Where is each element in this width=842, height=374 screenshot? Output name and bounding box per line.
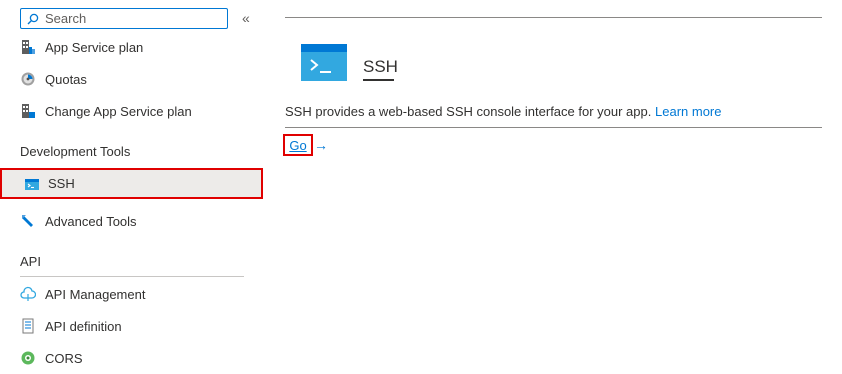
ssh-icon — [25, 178, 39, 190]
sidebar-item-cors[interactable]: CORS — [0, 342, 264, 374]
sidebar-item-label: API definition — [45, 318, 122, 334]
search-input[interactable] — [39, 11, 215, 26]
change-plan-icon — [22, 104, 35, 118]
sidebar-item-quotas[interactable]: Quotas — [0, 63, 264, 95]
arrow-right-icon[interactable]: → — [314, 137, 328, 153]
page-title: SSH — [363, 57, 398, 76]
sidebar-item-label: Quotas — [45, 71, 87, 87]
ssh-console-icon — [301, 44, 347, 81]
section-header-development-tools: Development Tools — [20, 144, 131, 159]
sidebar-item-advanced-tools[interactable]: Advanced Tools — [0, 205, 264, 237]
sidebar-item-label: CORS — [45, 350, 83, 366]
sidebar-item-change-app-service-plan[interactable]: Change App Service plan — [0, 95, 264, 127]
cors-icon — [21, 351, 35, 365]
learn-more-link[interactable]: Learn more — [655, 104, 721, 119]
api-management-icon — [20, 286, 36, 301]
section-header-api: API — [20, 254, 41, 269]
go-button[interactable]: Go — [283, 134, 313, 156]
sidebar-item-label: SSH — [48, 176, 75, 191]
sidebar-item-api-definition[interactable]: API definition — [0, 310, 264, 342]
api-definition-icon — [22, 318, 34, 334]
section-divider — [20, 276, 244, 277]
collapse-sidebar-button[interactable]: « — [242, 10, 250, 26]
advanced-tools-icon — [22, 215, 33, 227]
sidebar-item-api-management[interactable]: API Management — [0, 278, 264, 310]
search-icon — [27, 13, 39, 24]
sidebar-item-app-service-plan[interactable]: App Service plan — [0, 31, 264, 63]
description-text: SSH provides a web-based SSH console int… — [285, 104, 652, 119]
sidebar-item-ssh[interactable]: SSH — [0, 168, 263, 199]
content-divider — [285, 127, 822, 128]
sidebar-item-label: Change App Service plan — [45, 103, 192, 119]
title-underline — [363, 79, 394, 81]
search-box[interactable] — [20, 8, 228, 29]
sidebar-item-label: App Service plan — [45, 39, 144, 55]
sidebar-item-label: Advanced Tools — [45, 213, 137, 229]
go-label: Go — [289, 137, 307, 153]
sidebar-item-label: API Management — [45, 286, 146, 302]
header-divider — [285, 17, 822, 18]
description: SSH provides a web-based SSH console int… — [285, 104, 721, 119]
quotas-icon — [21, 72, 35, 86]
app-service-plan-icon — [22, 40, 35, 54]
